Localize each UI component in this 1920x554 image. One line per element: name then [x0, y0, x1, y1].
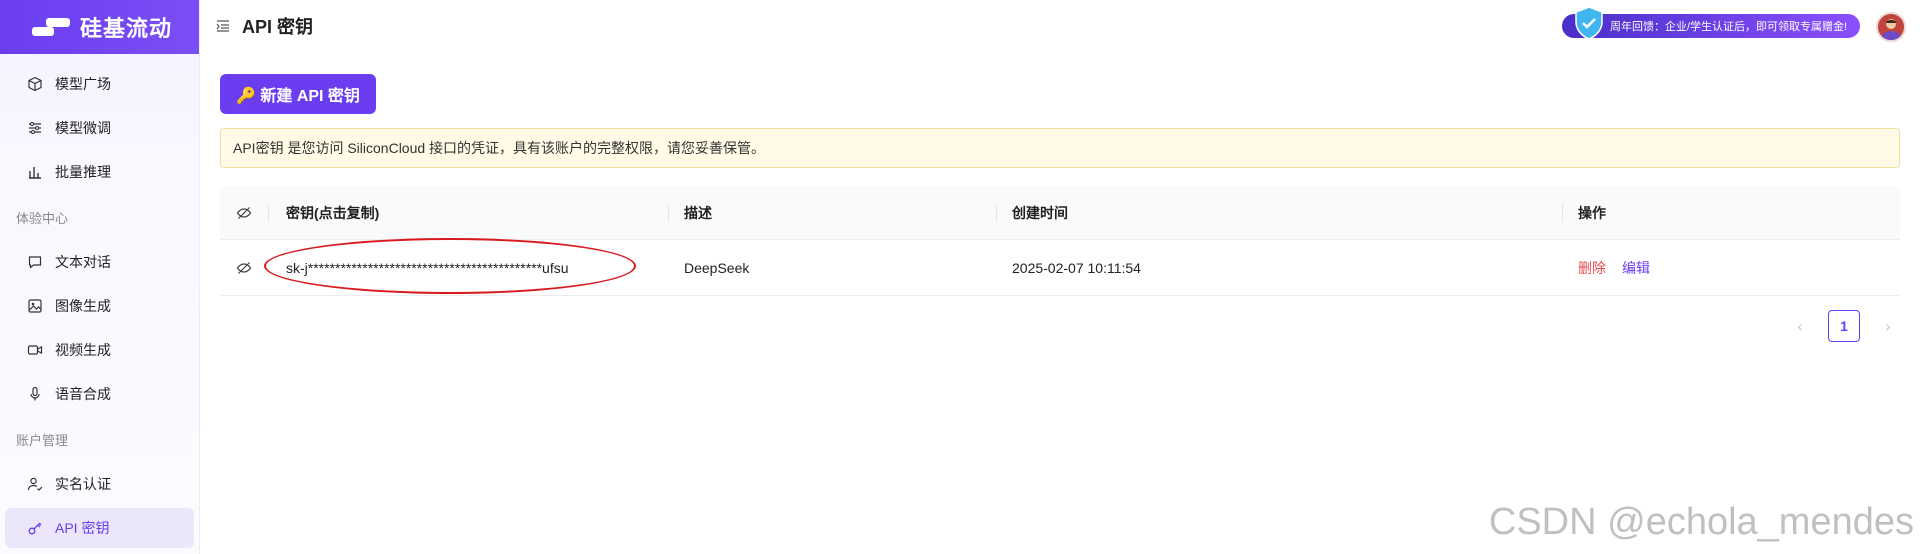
sidebar-item-label: 视频生成	[55, 342, 111, 358]
header-description: 描述	[668, 186, 996, 239]
sidebar-item-image-gen[interactable]: 图像生成	[5, 286, 194, 326]
sidebar-section-account: 账户管理	[16, 432, 69, 448]
pagination: ‹ 1 ›	[1788, 310, 1900, 342]
brand-name: 硅基流动	[80, 16, 173, 41]
header-key: 密钥(点击复制)	[268, 186, 668, 239]
notice-text: API密钥 是您访问 SiliconCloud 接口的凭证，具有该账户的完整权限…	[233, 140, 766, 156]
sidebar-section-experience: 体验中心	[16, 210, 69, 226]
new-api-key-button[interactable]: 🔑 新建 API 密钥	[220, 74, 376, 114]
shield-check-icon	[1575, 6, 1603, 40]
user-check-icon	[27, 477, 43, 491]
sliders-icon	[29, 122, 41, 134]
edit-link[interactable]: 编辑	[1622, 258, 1650, 278]
promo-banner[interactable]: 周年回馈：企业/学生认证后，即可领取专属赠金!	[1562, 6, 1860, 40]
cube-icon	[28, 76, 42, 92]
table-header: 密钥(点击复制) 描述 创建时间 操作	[220, 186, 1900, 240]
sidebar-item-label: 图像生成	[55, 298, 111, 314]
header-created: 创建时间	[996, 186, 1562, 239]
sidebar-item-label: 批量推理	[55, 164, 111, 180]
promo-text: 周年回馈：企业/学生认证后，即可领取专属赠金!	[1610, 21, 1848, 33]
sidebar-item-label: API 密钥	[55, 520, 110, 536]
user-avatar-icon	[1881, 19, 1901, 40]
prev-page-button[interactable]: ‹	[1788, 310, 1812, 342]
logo-mark-icon	[32, 18, 70, 36]
api-key-table: 密钥(点击复制) 描述 创建时间 操作 sk-j****************…	[220, 186, 1900, 296]
sidebar-item-speech[interactable]: 语音合成	[5, 374, 194, 414]
chat-icon	[28, 256, 42, 269]
main-content: 🔑 新建 API 密钥 API密钥 是您访问 SiliconCloud 接口的凭…	[220, 74, 1900, 342]
page-number-button[interactable]: 1	[1828, 310, 1860, 342]
sidebar-item-text-chat[interactable]: 文本对话	[5, 242, 194, 282]
next-page-button[interactable]: ›	[1876, 310, 1900, 342]
sidebar-item-label: 语音合成	[55, 386, 111, 402]
eye-off-icon[interactable]	[236, 260, 252, 276]
image-icon	[28, 299, 42, 313]
key-icon	[28, 522, 42, 535]
watermark: CSDN @echola_mendes	[1488, 501, 1914, 543]
notice-banner: API密钥 是您访问 SiliconCloud 接口的凭证，具有该账户的完整权限…	[220, 128, 1900, 168]
sidebar-item-label: 文本对话	[55, 254, 111, 270]
topbar: API 密钥 周年回馈：企业/学生认证后，即可领取专属赠金!	[200, 0, 1920, 52]
brand-logo[interactable]: 硅基流动	[0, 0, 199, 54]
eye-off-icon[interactable]	[236, 205, 252, 221]
api-key-value[interactable]: sk-j************************************…	[286, 260, 569, 276]
delete-link[interactable]: 删除	[1578, 258, 1606, 278]
avatar[interactable]	[1876, 12, 1906, 42]
created-cell: 2025-02-07 10:11:54	[1012, 259, 1141, 276]
sidebar-item-label: 模型微调	[55, 120, 111, 136]
api-key-cell[interactable]: sk-j************************************…	[264, 238, 668, 295]
sidebar-item-label: 实名认证	[55, 476, 111, 492]
page-title: API 密钥	[242, 17, 314, 37]
table-row: sk-j************************************…	[220, 238, 1900, 296]
actions-cell: 删除 编辑	[1562, 240, 1900, 295]
sidebar-item-api-keys[interactable]: API 密钥	[5, 508, 194, 548]
sidebar: 硅基流动 模型广场 模型微调 批量推理 体验中心 文本对话 图像生成 视频生成 …	[0, 0, 200, 554]
video-icon	[27, 345, 43, 355]
description-cell: DeepSeek	[684, 259, 750, 276]
sidebar-item-batch-inference[interactable]: 批量推理	[5, 152, 194, 192]
sidebar-item-model-square[interactable]: 模型广场	[5, 64, 194, 104]
sidebar-item-label: 模型广场	[55, 76, 111, 92]
chart-icon	[29, 167, 41, 179]
mic-icon	[30, 386, 40, 401]
header-actions: 操作	[1562, 186, 1900, 239]
sidebar-item-video-gen[interactable]: 视频生成	[5, 330, 194, 370]
menu-collapse-icon[interactable]	[216, 19, 230, 33]
sidebar-item-verification[interactable]: 实名认证	[5, 464, 194, 504]
sidebar-item-finetune[interactable]: 模型微调	[5, 108, 194, 148]
